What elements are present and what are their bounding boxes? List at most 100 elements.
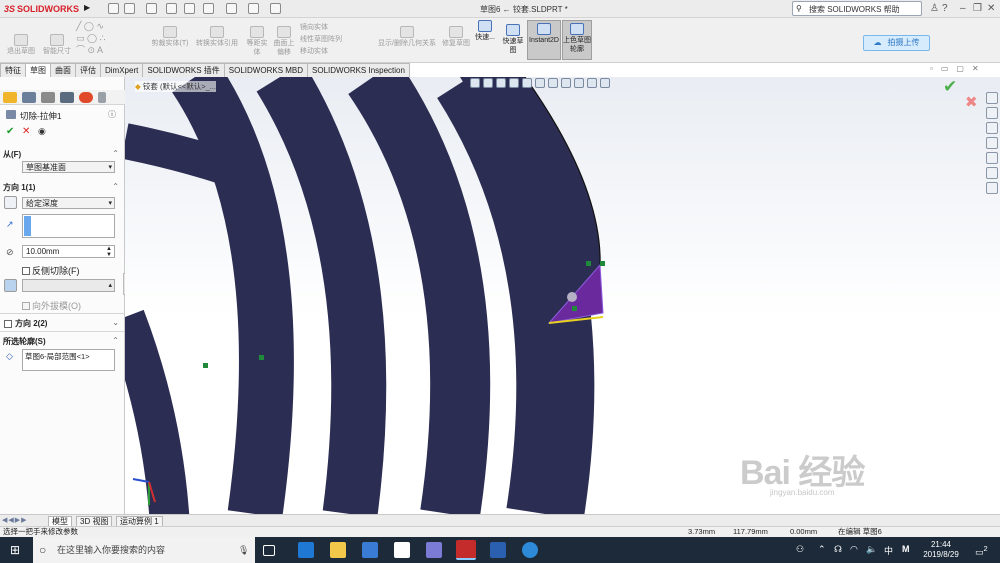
restore-icon[interactable]: ❐: [973, 3, 982, 14]
app-icon[interactable]: [426, 542, 442, 558]
solidworks-task-icon[interactable]: [456, 540, 476, 560]
direction2-checkbox[interactable]: 方向 2(2): [4, 318, 47, 329]
graphics-area[interactable]: ◆ 铰套 (默认<<默认>_... ✔ ✖: [125, 77, 1000, 514]
home-icon[interactable]: [108, 3, 119, 14]
user-icon[interactable]: ♙: [930, 3, 939, 14]
dimxpert-icon[interactable]: [60, 92, 74, 103]
cancel-x-icon[interactable]: ✖: [965, 93, 978, 111]
photo-upload-button[interactable]: ☁ 拍摄上传: [863, 35, 930, 51]
preview-eye-icon[interactable]: ◉: [38, 126, 46, 137]
more-icon[interactable]: [98, 92, 106, 103]
quick-snaps-button[interactable]: 快速...: [472, 20, 498, 42]
ime-indicator[interactable]: 中: [884, 544, 893, 557]
linear-pattern-label[interactable]: 线性草图阵列: [300, 34, 372, 46]
configuration-icon[interactable]: [41, 92, 55, 103]
shaded-contours-button[interactable]: 上色草图轮廓: [562, 20, 592, 60]
network-icon[interactable]: ☊: [834, 544, 842, 555]
sketch-point[interactable]: [600, 261, 605, 266]
reverse-cut-checkbox[interactable]: 反侧切除(F): [22, 264, 80, 277]
ok-check-icon[interactable]: ✔: [6, 126, 14, 137]
rapid-sketch-button[interactable]: 快速草图: [500, 24, 526, 55]
word-icon[interactable]: [490, 542, 506, 558]
sketch-entity-tools[interactable]: ╱ ◯ ∿ ▭ ◯ ∴ ⌒ ⊙ A: [76, 20, 134, 60]
store-icon[interactable]: [362, 542, 378, 558]
help-icon[interactable]: ?: [942, 3, 948, 14]
feature-tree-icon[interactable]: [3, 92, 17, 103]
mail-icon[interactable]: [394, 542, 410, 558]
people-icon[interactable]: ⚇: [796, 544, 804, 555]
rebuild-icon[interactable]: [248, 3, 259, 14]
select-icon[interactable]: [226, 3, 237, 14]
edge-icon[interactable]: [298, 542, 314, 558]
file-explorer-icon[interactable]: [330, 542, 346, 558]
cloud-app-icon[interactable]: [522, 542, 538, 558]
tab-surfaces[interactable]: 曲面: [50, 63, 76, 77]
spinner-icon[interactable]: ▲ ▼: [106, 246, 112, 258]
undo-icon[interactable]: [203, 3, 214, 14]
sketch-point[interactable]: [203, 363, 208, 368]
menu-expand-icon[interactable]: ▶: [84, 3, 90, 12]
edit-appearance-icon[interactable]: [574, 78, 584, 88]
print-icon[interactable]: [184, 3, 195, 14]
collapse-chevron-icon[interactable]: ⌃: [112, 149, 119, 158]
draft-angle-field[interactable]: ▴: [22, 279, 115, 292]
sketch-point[interactable]: [572, 306, 577, 311]
property-manager-icon[interactable]: [22, 92, 36, 103]
direction-vector-field[interactable]: [22, 214, 115, 238]
microphone-icon[interactable]: 🎙: [238, 537, 249, 563]
sketch-handle[interactable]: [567, 292, 577, 302]
ime-m-icon[interactable]: M: [902, 544, 910, 554]
chevron-up-icon[interactable]: ⌃: [818, 544, 826, 555]
view-settings-icon[interactable]: [600, 78, 610, 88]
contours-section-title[interactable]: 所选轮廓(S): [3, 336, 46, 347]
direction1-section-title[interactable]: 方向 1(1): [3, 182, 35, 193]
cancel-x-icon[interactable]: ✕: [22, 126, 30, 137]
tab-features[interactable]: 特征: [0, 63, 26, 77]
offset-entities-button[interactable]: 等距实体: [244, 26, 270, 57]
trim-entities-button[interactable]: 剪裁实体(T): [150, 26, 190, 48]
from-select[interactable]: 草图基准面 ▾: [22, 161, 115, 173]
open-icon[interactable]: [146, 3, 157, 14]
exit-sketch-button[interactable]: 退出草图: [4, 34, 38, 56]
tab-mbd[interactable]: SOLIDWORKS MBD: [223, 63, 309, 77]
smart-dimension-button[interactable]: 智能尺寸: [40, 34, 74, 56]
notification-icon[interactable]: ▭2: [975, 544, 988, 558]
draft-outward-checkbox[interactable]: 向外拔模(O): [22, 299, 81, 312]
wifi-icon[interactable]: ◠: [850, 544, 858, 555]
help-search-input[interactable]: ⚲ 搜索 SOLIDWORKS 帮助: [792, 1, 922, 16]
sketch-point[interactable]: [259, 355, 264, 360]
depth-input[interactable]: 10.00mm ▲ ▼: [22, 245, 115, 258]
contour-list-item[interactable]: 草图6-局部范围<1>: [25, 352, 90, 361]
new-doc-icon[interactable]: [124, 3, 135, 14]
section-view-icon[interactable]: [509, 78, 519, 88]
zoom-fit-icon[interactable]: [470, 78, 480, 88]
appearance-icon[interactable]: [79, 92, 93, 103]
save-icon[interactable]: [166, 3, 177, 14]
file-explorer-icon[interactable]: [985, 122, 998, 134]
offset-on-surface-button[interactable]: 曲面上偏移: [272, 26, 296, 57]
display-style-icon[interactable]: [548, 78, 558, 88]
draft-toggle-button[interactable]: [4, 279, 17, 292]
collapse-chevron-icon[interactable]: ⌃: [112, 336, 119, 345]
mirror-entities-label[interactable]: 镜向实体: [300, 22, 372, 34]
collapse-chevron-icon[interactable]: ⌃: [112, 182, 119, 191]
end-condition-select[interactable]: 给定深度 ▾: [22, 197, 115, 209]
volume-icon[interactable]: 🔈: [866, 544, 877, 555]
options-gear-icon[interactable]: [270, 3, 281, 14]
zoom-area-icon[interactable]: [483, 78, 493, 88]
move-entities-label[interactable]: 移动实体: [300, 46, 372, 58]
display-relations-button[interactable]: 显示/删除几何关系: [376, 26, 438, 48]
solidworks-logo[interactable]: 3S SOLIDWORKS: [4, 2, 79, 16]
view-orientation-icon[interactable]: [535, 78, 545, 88]
close-icon[interactable]: ✕: [987, 3, 995, 14]
tab-inspection[interactable]: SOLIDWORKS Inspection: [307, 63, 410, 77]
appearances-icon[interactable]: [985, 152, 998, 164]
dynamic-annotation-icon[interactable]: [522, 78, 532, 88]
expand-chevron-icon[interactable]: ⌄: [112, 318, 119, 327]
system-clock[interactable]: 21:44 2019/8/29: [920, 540, 962, 560]
taskbar-search-input[interactable]: ○ 在这里输入你要搜索的内容 🎙: [33, 537, 255, 563]
convert-entities-button[interactable]: 转换实体引用: [192, 26, 242, 48]
home-icon[interactable]: [985, 92, 998, 104]
scene-icon[interactable]: [587, 78, 597, 88]
feature-tree-flyout[interactable]: ◆ 铰套 (默认<<默认>_...: [135, 81, 217, 92]
